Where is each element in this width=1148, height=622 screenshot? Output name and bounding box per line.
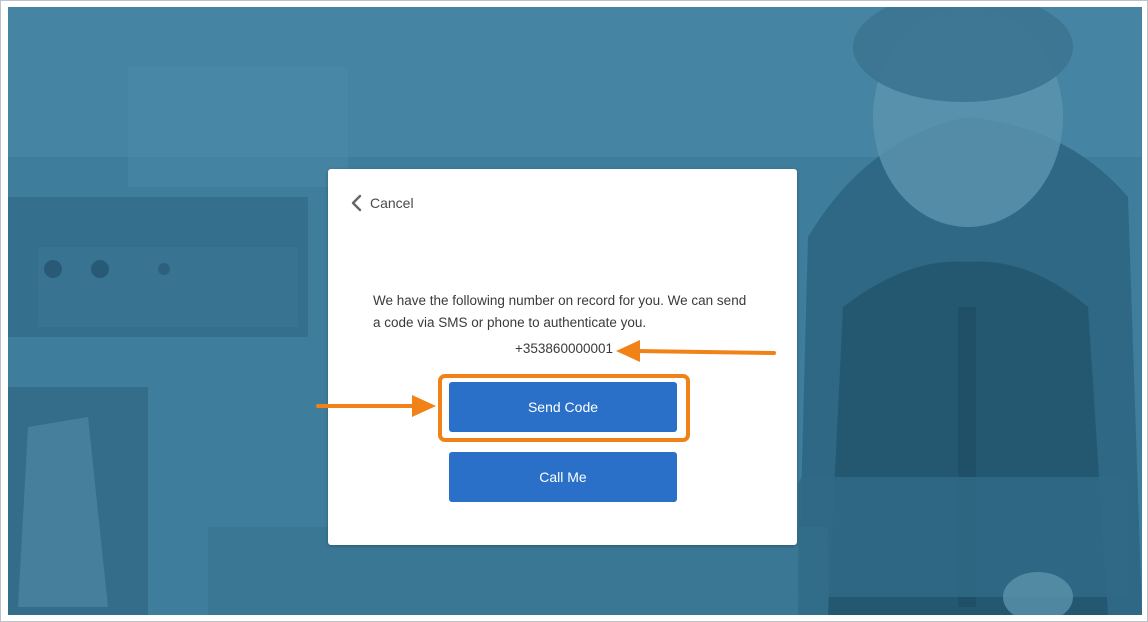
record-message: We have the following number on record f…: [373, 293, 747, 330]
phone-number: +353860000001: [515, 341, 613, 356]
chevron-left-icon: [350, 194, 364, 212]
send-code-button[interactable]: Send Code: [449, 382, 677, 432]
cancel-link[interactable]: Cancel: [350, 193, 414, 213]
call-me-button[interactable]: Call Me: [449, 452, 677, 502]
authentication-dialog: Cancel We have the following number on r…: [328, 169, 797, 545]
cancel-label: Cancel: [370, 195, 414, 211]
